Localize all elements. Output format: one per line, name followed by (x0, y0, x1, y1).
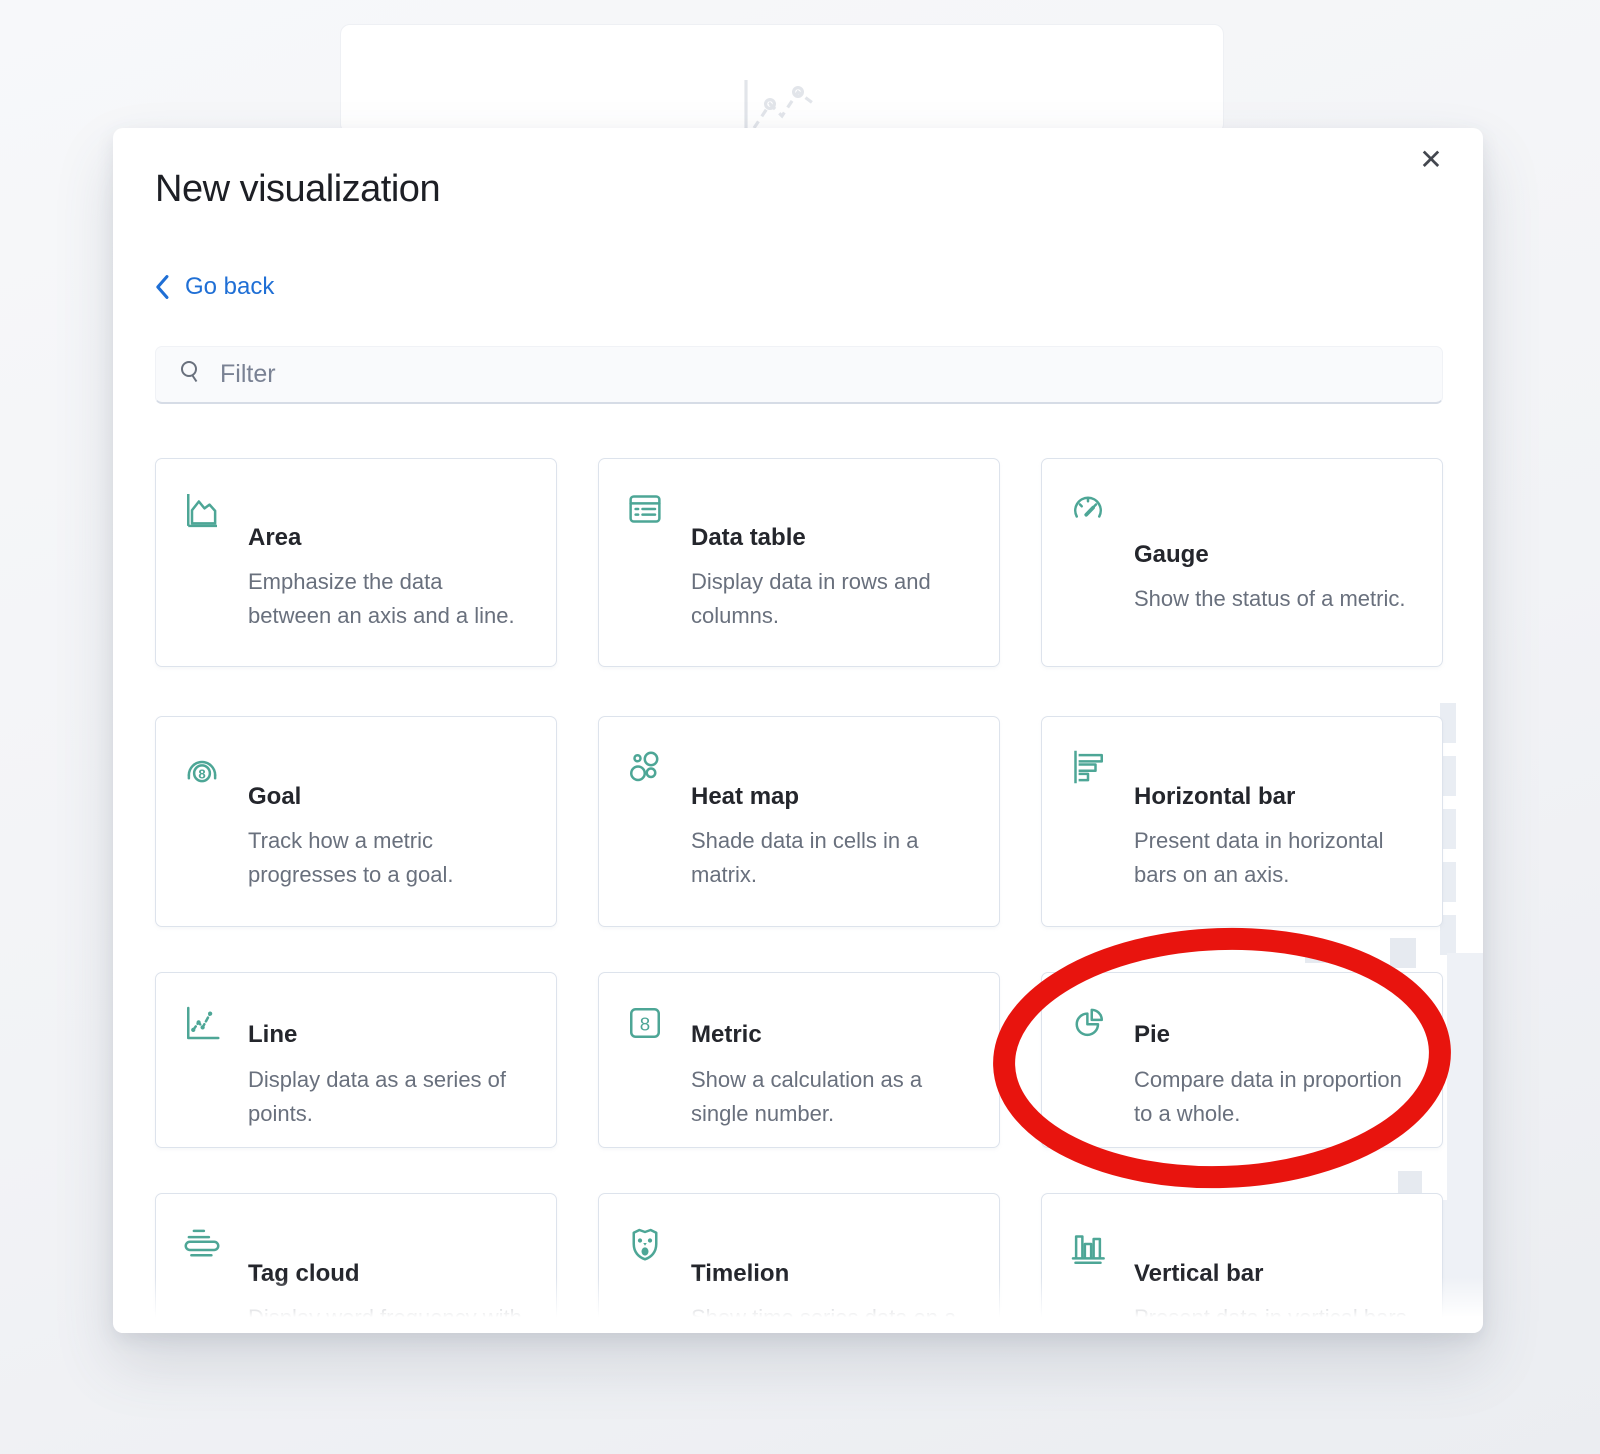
card-title: Timelion (691, 1258, 973, 1289)
horizontal-bar-icon (1068, 747, 1108, 787)
card-title: Vertical bar (1134, 1258, 1416, 1289)
goal-icon: 8 (182, 747, 222, 787)
card-row: Line Display data as a series of points.… (155, 972, 1443, 1148)
card-title: Pie (1134, 1019, 1416, 1050)
card-description: Present data in vertical bars on an axis… (1134, 1301, 1416, 1333)
card-description: Show the status of a metric. (1134, 582, 1416, 616)
card-row: Tag cloud Display word frequency with fo… (155, 1193, 1443, 1333)
gauge-icon (1068, 489, 1108, 529)
vis-card-gauge[interactable]: Gauge Show the status of a metric. (1041, 458, 1443, 667)
vis-card-line[interactable]: Line Display data as a series of points. (155, 972, 557, 1148)
vertical-bar-icon (1068, 1224, 1108, 1264)
background-artifact (1447, 953, 1483, 1333)
background-artifact (1390, 938, 1416, 968)
card-description: Compare data in proportion to a whole. (1134, 1063, 1416, 1131)
card-title: Heat map (691, 781, 973, 812)
card-description: Display data in rows and columns. (691, 565, 973, 633)
filter-input[interactable] (220, 360, 1420, 389)
tag-cloud-icon (182, 1224, 222, 1264)
vis-card-tag-cloud[interactable]: Tag cloud Display word frequency with fo… (155, 1193, 557, 1333)
go-back-link[interactable]: Go back (155, 273, 274, 301)
new-visualization-modal: ✕ New visualization Go back (113, 128, 1483, 1333)
card-description: Emphasize the data between an axis and a… (248, 565, 530, 633)
vis-card-metric[interactable]: 8 Metric Show a calculation as a single … (598, 972, 1000, 1148)
card-description: Show time series data on a graph. (691, 1301, 973, 1333)
chevron-left-icon (155, 274, 171, 300)
line-chart-icon (182, 1003, 222, 1043)
card-title: Gauge (1134, 539, 1416, 570)
card-title: Tag cloud (248, 1258, 530, 1289)
card-description: Display data as a series of points. (248, 1063, 530, 1131)
page-background: ✕ New visualization Go back (0, 0, 1600, 1454)
search-icon (178, 359, 204, 390)
vis-card-pie[interactable]: Pie Compare data in proportion to a whol… (1041, 972, 1443, 1148)
card-title: Metric (691, 1019, 973, 1050)
background-artifact (1305, 941, 1327, 963)
area-chart-icon (182, 489, 222, 529)
card-title: Area (248, 522, 530, 553)
vis-card-data-table[interactable]: Data table Display data in rows and colu… (598, 458, 1000, 667)
svg-text:8: 8 (198, 766, 205, 781)
pie-chart-icon (1068, 1003, 1108, 1043)
page-title: New visualization (155, 168, 440, 211)
go-back-label: Go back (185, 273, 274, 301)
vis-card-vertical-bar[interactable]: Vertical bar Present data in vertical ba… (1041, 1193, 1443, 1333)
card-row: Area Emphasize the data between an axis … (155, 458, 1443, 667)
vis-card-horizontal-bar[interactable]: Horizontal bar Present data in horizonta… (1041, 716, 1443, 927)
card-description: Shade data in cells in a matrix. (691, 824, 973, 892)
metric-icon: 8 (625, 1003, 665, 1043)
close-icon[interactable]: ✕ (1409, 138, 1453, 182)
card-title: Line (248, 1019, 530, 1050)
card-description: Track how a metric progresses to a goal. (248, 824, 530, 892)
card-title: Goal (248, 781, 530, 812)
filter-field (155, 346, 1443, 404)
card-title: Data table (691, 522, 973, 553)
data-table-icon (625, 489, 665, 529)
vis-card-timelion[interactable]: Timelion Show time series data on a grap… (598, 1193, 1000, 1333)
timelion-icon (625, 1224, 665, 1264)
card-description: Display word frequency with font size. (248, 1301, 530, 1333)
card-description: Show a calculation as a single number. (691, 1063, 973, 1131)
vis-card-area[interactable]: Area Emphasize the data between an axis … (155, 458, 557, 667)
underlying-page-panel (340, 24, 1224, 134)
card-description: Present data in horizontal bars on an ax… (1134, 824, 1416, 892)
heat-map-icon (625, 747, 665, 787)
card-title: Horizontal bar (1134, 781, 1416, 812)
svg-text:8: 8 (640, 1014, 650, 1035)
vis-card-goal[interactable]: 8 Goal Track how a metric progresses to … (155, 716, 557, 927)
card-row: 8 Goal Track how a metric progresses to … (155, 716, 1443, 927)
background-artifact (1398, 1171, 1422, 1195)
vis-card-heat-map[interactable]: Heat map Shade data in cells in a matrix… (598, 716, 1000, 927)
